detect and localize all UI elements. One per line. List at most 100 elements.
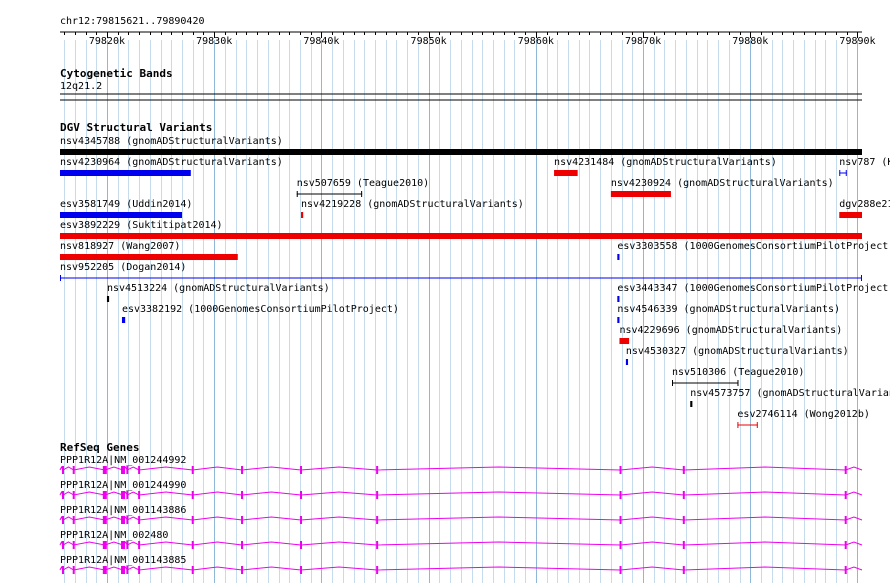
refseq-exon <box>682 566 685 574</box>
refseq-exon <box>191 491 194 499</box>
cytoband-label: 12q21.2 <box>60 81 102 92</box>
ruler-ticks: 79820k 79830k 79840k 79850k 79860k 79870k 7988… <box>64 32 876 47</box>
refseq-exon <box>241 541 244 549</box>
dgv-feature: nsv4546339 (gnomADStructuralVariants) <box>617 304 840 323</box>
dgv-feature-bar <box>60 233 862 239</box>
dgv-feature-bar <box>60 149 862 155</box>
dgv-feature: nsv4219228 (gnomADStructuralVariants) <box>301 199 524 218</box>
refseq-exon <box>126 516 129 524</box>
refseq-exon <box>300 466 303 474</box>
refseq-exon <box>121 466 126 474</box>
refseq-exon <box>61 466 64 474</box>
refseq-exon <box>121 566 126 574</box>
dgv-feature-label: esv3892229 (Suktitipat2014) <box>60 220 223 231</box>
ruler-tick-label: 79850k <box>411 36 447 47</box>
dgv-feature-bar <box>610 191 671 197</box>
dgv-feature: nsv4230924 (gnomADStructuralVariants) <box>610 178 834 197</box>
refseq-exon <box>72 566 75 574</box>
cytoband-track-title: Cytogenetic Bands <box>60 67 173 80</box>
dgv-feature: esv3443347 (1000GenomesConsortiumPilotPr… <box>617 283 890 302</box>
refseq-exon <box>72 541 75 549</box>
dgv-feature: esv2746114 (Wong2012b) <box>737 409 870 428</box>
refseq-exon <box>376 516 379 524</box>
refseq-exon <box>72 516 75 524</box>
genome-browser-panel: chr12:79815621..79890420 79820k 79830k 798… <box>59 16 890 583</box>
refseq-exon <box>126 541 129 549</box>
refseq-exon <box>241 516 244 524</box>
ruler-tick-label: 79840k <box>303 36 339 47</box>
dgv-feature-label: nsv4231484 (gnomADStructuralVariants) <box>554 157 777 168</box>
dgv-feature-label: nsv507659 (Teague2010) <box>297 178 429 189</box>
dgv-feature-label: esv3382192 (1000GenomesConsortiumPilotPr… <box>122 304 399 315</box>
refseq-exon <box>682 516 685 524</box>
dgv-feature: nsv4230964 (gnomADStructuralVariants) <box>60 157 283 176</box>
dgv-feature-bar <box>60 170 191 176</box>
dgv-feature-label: nsv4573757 (gnomADStructuralVariants) <box>690 388 890 399</box>
refseq-exon <box>191 566 194 574</box>
dgv-feature-label: esv2746114 (Wong2012b) <box>737 409 869 420</box>
dgv-feature-label: nsv510306 (Teague2010) <box>672 367 804 378</box>
dgv-feature-label: nsv4530327 (gnomADStructuralVariants) <box>626 346 849 357</box>
dgv-feature-bar <box>60 254 238 260</box>
refseq-exon <box>61 541 64 549</box>
refseq-exon <box>844 566 847 574</box>
refseq-exon <box>300 516 303 524</box>
dgv-feature-label: nsv952205 (Dogan2014) <box>60 262 186 273</box>
refseq-exon <box>300 566 303 574</box>
refseq-exon <box>191 466 194 474</box>
refseq-exon <box>138 491 141 499</box>
refseq-transcript-label: PPP1R12A|NM_001143885 <box>60 555 186 566</box>
refseq-exon <box>241 491 244 499</box>
dgv-features: nsv4345788 (gnomADStructuralVariants) nsv… <box>60 136 890 428</box>
refseq-exon <box>102 541 107 549</box>
refseq-exon <box>682 491 685 499</box>
dgv-feature-label: nsv4513224 (gnomADStructuralVariants) <box>107 283 330 294</box>
dgv-feature: nsv4229696 (gnomADStructuralVariants) <box>619 325 842 344</box>
dgv-feature-label: dgv288e21 <box>839 199 890 210</box>
dgv-feature: esv3581749 (Uddin2014) <box>60 199 192 218</box>
refseq-exon <box>300 491 303 499</box>
refseq-exon <box>102 491 107 499</box>
refseq-exon <box>61 566 64 574</box>
refseq-exon <box>138 566 141 574</box>
refseq-exon <box>241 566 244 574</box>
refseq-exon <box>61 491 64 499</box>
dgv-feature-bar <box>60 212 183 218</box>
dgv-feature-label: esv3581749 (Uddin2014) <box>60 199 192 210</box>
dgv-feature-bar <box>625 359 629 365</box>
refseq-transcript-label: PPP1R12A|NM_002480 <box>60 530 168 541</box>
ruler-tick-label: 79820k <box>89 36 125 47</box>
dgv-feature-bar <box>690 401 693 407</box>
dgv-feature: nsv507659 (Teague2010) <box>296 178 429 197</box>
dgv-feature-label: nsv4230964 (gnomADStructuralVariants) <box>60 157 283 168</box>
dgv-feature: nsv787 (K <box>839 157 890 176</box>
ruler-tick-label: 79880k <box>732 36 768 47</box>
region-label: chr12:79815621..79890420 <box>60 16 205 27</box>
refseq-exon <box>376 566 379 574</box>
refseq-exon <box>121 516 126 524</box>
dgv-feature-bar <box>617 317 620 323</box>
ruler-tick-label: 79890k <box>839 36 875 47</box>
dgv-feature: nsv818927 (Wang2007) <box>60 241 238 260</box>
refseq-exon <box>102 466 107 474</box>
dgv-feature: esv3382192 (1000GenomesConsortiumPilotPr… <box>121 304 399 323</box>
dgv-feature-bar <box>106 296 110 302</box>
refseq-exon <box>241 466 244 474</box>
dgv-track-title: DGV Structural Variants <box>60 121 212 134</box>
dgv-feature-label: esv3443347 (1000GenomesConsortiumPilotPr… <box>617 283 890 294</box>
refseq-exon <box>844 541 847 549</box>
refseq-exon <box>121 491 126 499</box>
dgv-feature-bar <box>121 317 126 323</box>
dgv-feature-label: nsv4229696 (gnomADStructuralVariants) <box>619 325 842 336</box>
dgv-feature: nsv4573757 (gnomADStructuralVariants) <box>690 388 890 407</box>
refseq-exon <box>138 466 141 474</box>
refseq-exon <box>619 466 622 474</box>
refseq-exon <box>191 516 194 524</box>
refseq-exon <box>61 516 64 524</box>
refseq-exon <box>682 466 685 474</box>
dgv-feature: nsv4513224 (gnomADStructuralVariants) <box>106 283 330 302</box>
dgv-feature-bar <box>619 338 630 344</box>
refseq-exon <box>619 516 622 524</box>
refseq-exon <box>126 466 129 474</box>
refseq-exon <box>126 566 129 574</box>
